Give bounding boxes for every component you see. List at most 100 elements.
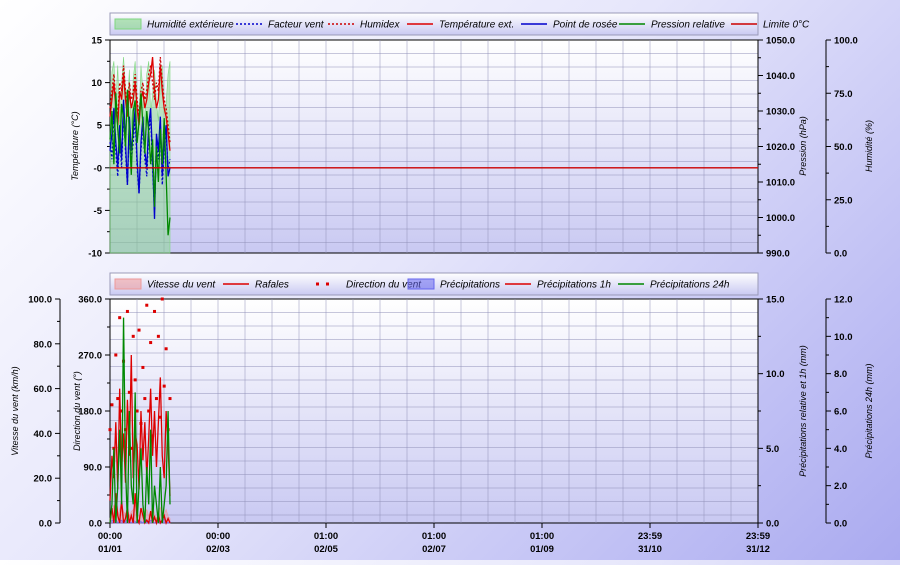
tick-label: 1040.0 [766,71,795,82]
legend-swatch [114,18,142,30]
tick-label: 990.0 [766,249,790,260]
x-tick-time: 00:00 [98,531,122,542]
data-point [151,434,155,438]
data-point [116,397,120,401]
legend-item: Humidité extérieure [114,18,234,31]
legend-item: Précipitations [407,278,500,291]
legend-label: Précipitations 1h [537,280,611,291]
weather-dashboard: Humidité extérieure Facteur vent Humidex Te… [0,0,900,560]
data-point [158,415,162,419]
tick-label: 6.0 [834,407,847,418]
data-point [147,409,151,413]
tick-label: 1050.0 [766,36,795,47]
legend-label: Humidité extérieure [147,20,234,31]
tick-label: 80.0 [34,339,53,350]
legend-label: Humidex [360,20,400,31]
legend-label: Rafales [255,280,289,291]
tick-label: 0.0 [766,519,779,530]
left2-axis: 360.0270.0180.090.00.0 [78,295,111,530]
legend-swatch [407,278,435,290]
chart-panel-2: Vitesse du vent Rafales Direction du vent P… [10,272,874,555]
legend: Humidité extérieure Facteur vent Humidex Te… [109,12,810,36]
tick-label: 10.0 [766,369,785,380]
tick-label: -5 [94,206,103,217]
right-axis: 15.0 10.0 5.0 0.0 [757,295,785,530]
far_right-axis: 12.0 10.0 8.0 6.0 4.0 2.0 0.0 [825,295,853,530]
x-tick-time: 01:00 [314,531,338,542]
legend-label: Précipitations [440,280,500,291]
data-point [131,334,135,338]
tick-label: 75.0 [834,89,853,100]
x-tick-date: 01/09 [530,544,554,555]
x-tick-date: 02/05 [314,544,338,555]
tick-label: 10.0 [834,332,853,343]
x-tick-date: 31/12 [746,544,770,555]
legend-label: Limite 0°C [763,20,810,31]
tick-label: 20.0 [34,474,53,485]
x-tick-date: 02/07 [422,544,446,555]
left-axis-title: Vitesse du vent (km/h) [10,366,20,455]
legend-swatch [326,282,329,286]
data-point [118,316,122,320]
tick-label: 0.0 [834,519,847,530]
data-point [125,309,129,313]
tick-label: 12.0 [834,295,853,306]
right-axis: 1050.0 1040.0 1030.0 1020.0 1010.0 1000.0 990.… [757,36,795,260]
tick-label: 1010.0 [766,178,795,189]
left-axis: 15 10 5 -0 -5 -10 [88,36,111,260]
tick-label: 8.0 [834,369,847,380]
data-point [137,328,141,332]
far_right-axis-title: Humidité (%) [864,120,874,172]
data-point [141,365,145,369]
tick-label: 2.0 [834,481,847,492]
far_right-axis: 100.0 75.0 50.0 25.0 0.0 [825,36,858,260]
legend: Vitesse du vent Rafales Direction du vent P… [109,272,759,296]
tick-label: 100.0 [28,295,52,306]
left-axis: 100.0 80.0 60.0 40.0 20.0 0.0 [28,295,61,530]
legend-label: Précipitations 24h [650,280,730,291]
data-point [110,403,114,407]
data-point [108,428,112,432]
data-point [114,353,118,357]
data-point [154,397,158,401]
data-point [149,341,153,345]
data-point [168,397,172,401]
tick-label: 5 [97,121,103,132]
x-tick-date: 31/10 [638,544,662,555]
x-tick-time: 01:00 [422,531,446,542]
legend-item: Vitesse du vent [114,278,216,291]
legend-swatch [316,282,319,286]
tick-label: 40.0 [34,429,53,440]
tick-label: 0.0 [834,249,847,260]
x-tick-time: 01:00 [530,531,554,542]
chart-panel-1: Humidité extérieure Facteur vent Humidex Te… [70,12,874,260]
weather-charts: Humidité extérieure Facteur vent Humidex Te… [10,12,874,555]
tick-label: 5.0 [766,444,779,455]
tick-label: 25.0 [834,195,853,206]
data-point [153,309,157,313]
left2-axis-title: Direction du vent (°) [72,371,82,451]
data-point [164,347,168,351]
data-point [127,390,131,394]
tick-label: 1020.0 [766,142,795,153]
legend-label: Point de rosée [553,20,618,31]
tick-label: 4.0 [834,444,847,455]
tick-label: 0.0 [89,519,102,530]
x-tick-date: 02/03 [206,544,230,555]
x-tick-date: 01/01 [98,544,122,555]
data-point [133,378,137,382]
tick-label: -10 [88,249,102,260]
data-point [156,334,160,338]
right-axis-title: Précipitations relative et 1h (mm) [798,345,808,477]
tick-label: 15 [91,36,102,47]
tick-label: 90.0 [84,463,103,474]
tick-label: 60.0 [34,384,53,395]
far_right-axis-title: Précipitations 24h (mm) [864,363,874,458]
tick-label: 360.0 [78,295,102,306]
right-axis-title: Pression (hPa) [798,116,808,176]
tick-label: -0 [94,163,102,174]
legend-label: Vitesse du vent [147,280,216,291]
data-point [162,384,166,388]
legend-label: Pression relative [651,20,725,31]
x-tick-time: 23:59 [638,531,662,542]
